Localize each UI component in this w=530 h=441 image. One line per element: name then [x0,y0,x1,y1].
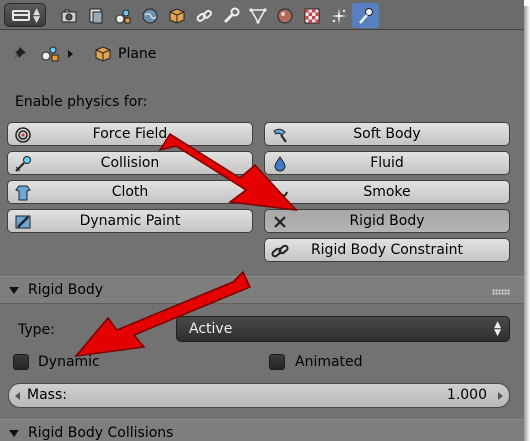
properties-editor: ▲ ▼ Plane Enable physics for: Force Fiel… [0,0,524,441]
dynamic-label: Dynamic [38,354,100,370]
context-tabs [55,3,379,28]
rigid-body-button[interactable]: Rigid Body [264,209,510,233]
increment-arrow-icon[interactable] [498,392,503,400]
animated-checkbox[interactable] [269,354,285,370]
type-value: Active [189,321,233,337]
type-label: Type: [18,322,55,338]
tab-physics[interactable] [352,3,379,28]
rigid-body-collisions-panel-header[interactable]: Rigid Body Collisions [0,419,524,441]
tab-world[interactable] [136,3,163,28]
dynamic-paint-icon [15,215,31,229]
tab-constraints[interactable] [190,3,217,28]
particles-icon [330,7,347,24]
chevron-right-icon [68,50,73,58]
breadcrumb: Plane [0,31,524,75]
force-field-button[interactable]: Force Field [7,122,253,146]
disclosure-triangle-icon[interactable] [9,430,19,437]
tab-modifiers[interactable] [217,3,244,28]
mass-field[interactable]: Mass: 1.000 [8,383,510,408]
mass-value: 1.000 [446,387,487,403]
tab-scene[interactable] [109,3,136,28]
soft-body-button[interactable]: Soft Body [264,122,510,146]
force-field-label: Force Field [92,126,168,142]
fluid-button[interactable]: Fluid [264,151,510,175]
panel-title: Rigid Body Collisions [28,425,174,441]
smoke-button[interactable]: Smoke [264,180,510,204]
collision-button[interactable]: Collision [7,151,253,175]
force-field-icon [15,127,31,143]
cloth-icon [15,185,31,201]
dynamic-paint-button[interactable]: Dynamic Paint [7,209,253,233]
pin-icon[interactable] [10,45,28,63]
dynamic-checkbox[interactable] [13,354,29,370]
enable-physics-label: Enable physics for: [15,94,148,110]
rigid-body-constraint-button[interactable]: Rigid Body Constraint [264,238,510,262]
smoke-icon [273,191,288,197]
scene-icon [41,46,59,62]
modifiers-icon [223,7,239,23]
chain-icon [271,244,289,258]
editor-type-icon [12,10,30,21]
fluid-label: Fluid [370,155,404,171]
tab-object-data[interactable] [244,3,271,28]
chevron-updown-icon: ▲ ▼ [494,320,501,338]
render-layers-icon [89,8,102,23]
tab-material[interactable] [271,3,298,28]
object-name: Plane [118,46,157,62]
rigid-body-panel-header[interactable]: Rigid Body [0,276,524,304]
collision-label: Collision [100,155,160,171]
collision-icon [15,156,31,172]
decrement-arrow-icon[interactable] [15,392,20,400]
scene-icon [115,9,130,23]
window-shadow [524,6,530,441]
chevron-updown-icon: ▲ ▼ [33,7,40,25]
texture-icon [304,8,319,23]
animated-label: Animated [295,354,363,370]
dynamic-paint-label: Dynamic Paint [79,213,181,229]
type-select[interactable]: Active ▲ ▼ [176,316,510,342]
cloth-button[interactable]: Cloth [7,180,253,204]
close-x-icon[interactable] [271,213,289,231]
soft-body-label: Soft Body [353,126,421,142]
tab-render[interactable] [55,3,82,28]
soft-body-icon [273,128,287,143]
panel-title: Rigid Body [28,282,104,298]
rigid-body-label: Rigid Body [349,213,425,229]
object-icon [95,46,111,62]
render-icon [61,9,76,22]
smoke-label: Smoke [363,184,411,200]
fluid-icon [274,156,286,172]
object-data-icon [248,7,267,24]
physics-icon [358,7,373,24]
rigid-body-constraint-label: Rigid Body Constraint [310,242,464,258]
world-icon [142,8,157,23]
drag-grip-icon[interactable] [492,289,510,295]
properties-header: ▲ ▼ [0,0,524,30]
tab-texture[interactable] [298,3,325,28]
material-icon [277,8,292,23]
constraints-icon [196,9,212,22]
editor-type-button[interactable]: ▲ ▼ [4,3,46,27]
disclosure-triangle-icon[interactable] [9,287,19,294]
mass-label: Mass: [27,387,67,403]
cloth-label: Cloth [111,184,149,200]
object-icon [169,7,184,24]
tab-object[interactable] [163,3,190,28]
tab-particles[interactable] [325,3,352,28]
tab-render-layers[interactable] [82,3,109,28]
